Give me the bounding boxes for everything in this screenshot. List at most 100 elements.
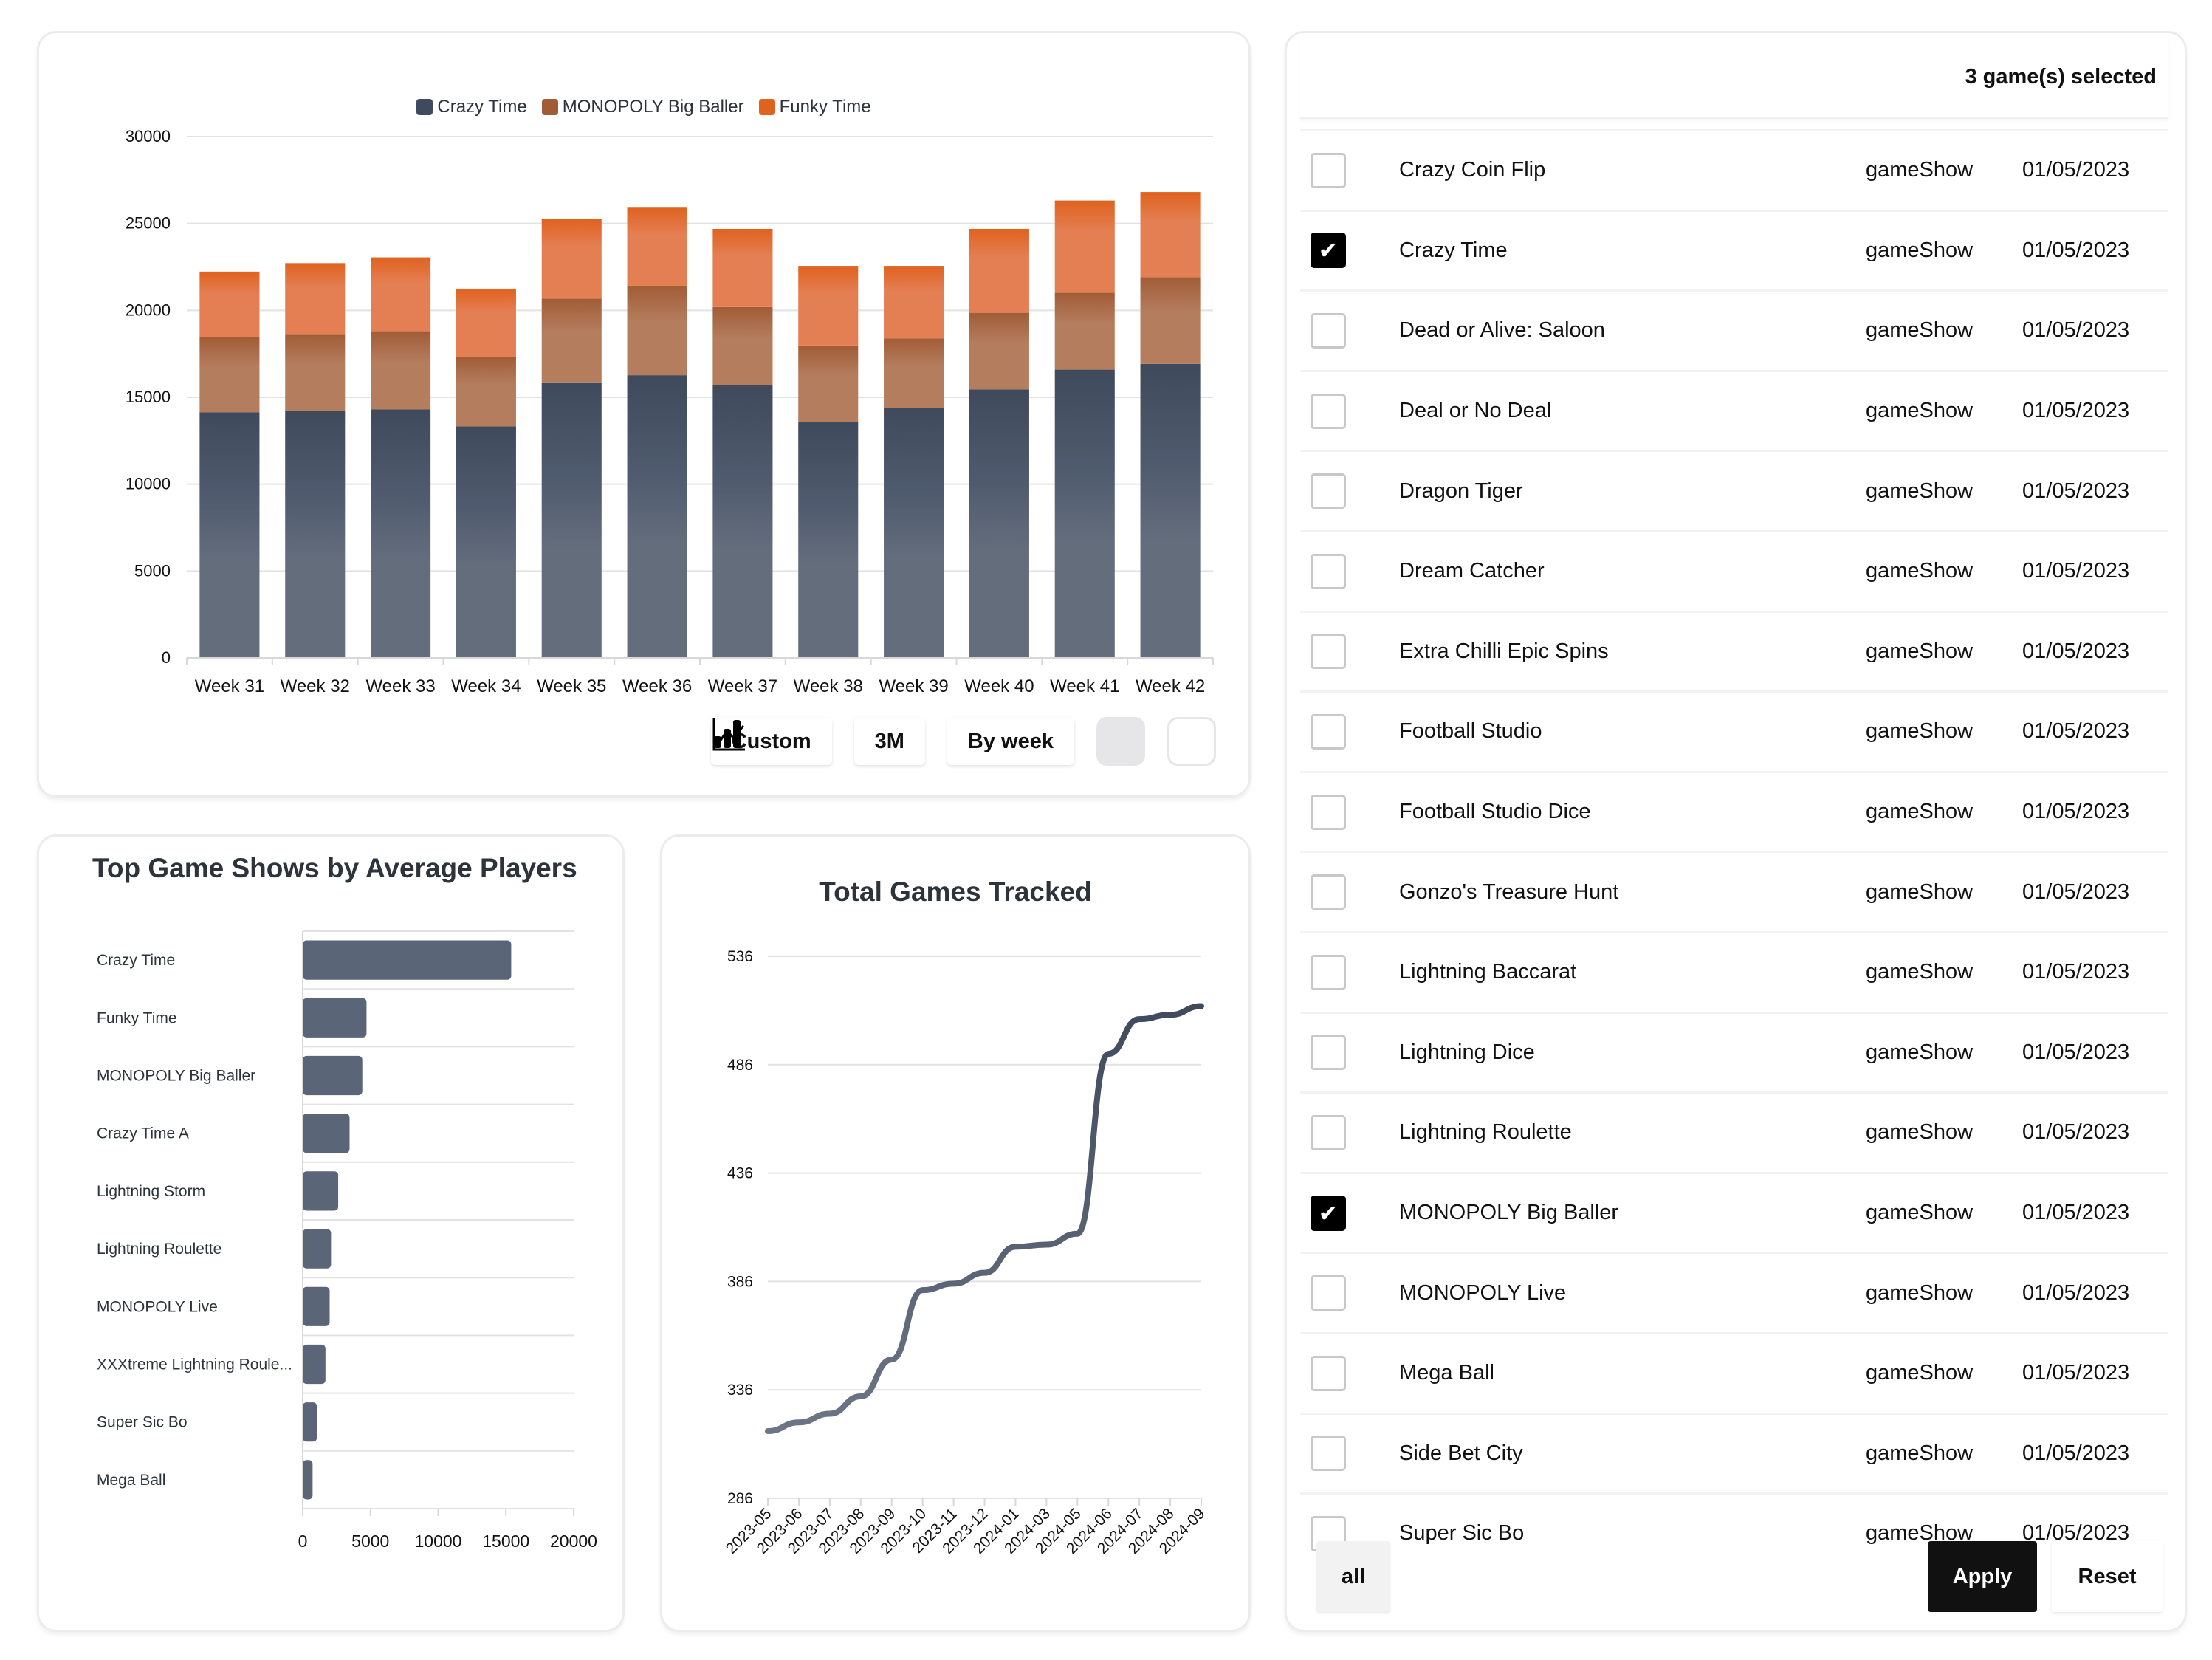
game-row[interactable]: Lightning Baccarat gameShow 01/05/2023 — [1300, 930, 2168, 1012]
y-tick-label: 15000 — [126, 388, 171, 406]
game-type: gameShow — [1866, 800, 1974, 824]
game-date: 01/05/2023 — [2022, 1120, 2130, 1145]
apply-button[interactable]: Apply — [1928, 1541, 2037, 1612]
x-tick-label: 15000 — [482, 1532, 529, 1551]
game-row[interactable]: Side Bet City gameShow 01/05/2023 — [1300, 1412, 2168, 1493]
game-date: 01/05/2023 — [2022, 1201, 2130, 1225]
bar-segment-funky-time — [456, 288, 516, 357]
x-tick-label: Week 35 — [537, 676, 606, 696]
x-tick-label: Week 33 — [365, 676, 435, 696]
bar — [303, 1114, 350, 1153]
game-type: gameShow — [1866, 318, 1974, 343]
bar — [303, 1460, 313, 1500]
bar-segment-monopoly-big-baller — [456, 357, 516, 427]
game-name: Deal or No Deal — [1399, 399, 1552, 423]
line-chart: 2863363864364865362023-052023-062023-072… — [723, 948, 1209, 1557]
game-type: gameShow — [1866, 719, 1974, 744]
y-tick-label: 20000 — [126, 301, 171, 319]
game-row[interactable]: Football Studio Dice gameShow 01/05/2023 — [1300, 770, 2168, 851]
y-tick-label: 0 — [162, 648, 171, 667]
game-checkbox[interactable] — [1311, 794, 1346, 830]
game-row[interactable]: Deal or No Deal gameShow 01/05/2023 — [1300, 369, 2168, 450]
game-row[interactable]: Mega Ball gameShow 01/05/2023 — [1300, 1331, 2168, 1413]
category-label: Lightning Roulette — [97, 1241, 221, 1258]
x-tick-label: Week 41 — [1050, 676, 1119, 696]
game-row[interactable]: Crazy Coin Flip gameShow 01/05/2023 — [1300, 129, 2168, 210]
game-checkbox[interactable] — [1311, 1195, 1346, 1231]
game-checkbox[interactable] — [1311, 1114, 1346, 1150]
game-date: 01/05/2023 — [2022, 1441, 2130, 1465]
bar — [303, 1171, 339, 1211]
chart-controls: Custom 3M By week — [710, 717, 1216, 766]
game-checkbox[interactable] — [1311, 634, 1346, 670]
weekly-players-card: Crazy Time MONOPOLY Big Baller Funky Tim… — [37, 31, 1251, 798]
period-3m-button[interactable]: 3M — [853, 718, 925, 765]
game-checkbox[interactable] — [1311, 393, 1346, 429]
select-all-button[interactable]: all — [1316, 1541, 1390, 1612]
game-list[interactable]: Crazy Coin FlipgameShow01/05/2023Crazy T… — [1300, 129, 2168, 1573]
by-week-button[interactable]: By week — [947, 718, 1074, 765]
game-name: MONOPOLY Big Baller — [1399, 1201, 1619, 1225]
bar-segment-funky-time — [969, 228, 1029, 313]
game-checkbox[interactable] — [1311, 713, 1346, 750]
game-checkbox[interactable] — [1311, 874, 1346, 910]
game-checkbox[interactable] — [1311, 1275, 1346, 1311]
selected-count: 3 game(s) selected — [1965, 65, 2157, 89]
game-date: 01/05/2023 — [2022, 559, 2130, 583]
bar-segment-monopoly-big-baller — [884, 338, 944, 408]
game-type: gameShow — [1866, 960, 1974, 984]
game-selector-card: 3 game(s) selected Crazy Coin Flip gameSh… — [1285, 31, 2187, 1632]
game-name: Side Bet City — [1399, 1441, 1523, 1465]
game-row[interactable]: Crazy Time gameShow 01/05/2023 — [1300, 209, 2168, 290]
game-checkbox[interactable] — [1311, 1035, 1346, 1071]
game-row[interactable]: MONOPOLY Big Baller gameShow 01/05/2023 — [1300, 1171, 2168, 1252]
bar-segment-crazy-time — [199, 412, 260, 658]
category-label: Mega Ball — [97, 1472, 165, 1489]
game-name: Dream Catcher — [1399, 559, 1545, 583]
bar-segment-monopoly-big-baller — [371, 331, 431, 410]
reset-button[interactable]: Reset — [2052, 1541, 2163, 1612]
game-row[interactable]: Gonzo's Treasure Hunt gameShow 01/05/2023 — [1300, 851, 2168, 931]
game-type: gameShow — [1866, 1040, 1974, 1064]
game-checkbox[interactable] — [1311, 312, 1346, 349]
bar-segment-monopoly-big-baller — [199, 337, 260, 413]
top-game-shows-card: Top Game Shows by Average Players Crazy … — [37, 834, 625, 1632]
game-date: 01/05/2023 — [2022, 960, 2130, 984]
x-tick-label: 20000 — [550, 1532, 597, 1551]
bar-segment-crazy-time — [627, 375, 687, 658]
bar-view-button[interactable] — [713, 717, 1145, 766]
list-header: 3 game(s) selected — [1300, 38, 2168, 119]
series-line — [765, 1003, 1204, 1434]
game-row[interactable]: MONOPOLY Live gameShow 01/05/2023 — [1300, 1252, 2168, 1332]
game-row[interactable]: Lightning Roulette gameShow 01/05/2023 — [1300, 1091, 2168, 1172]
game-row[interactable]: Dead or Alive: Saloon gameShow 01/05/2023 — [1300, 289, 2168, 370]
y-tick-label: 5000 — [134, 561, 171, 580]
game-name: Lightning Baccarat — [1399, 960, 1577, 984]
game-checkbox[interactable] — [1311, 1355, 1346, 1391]
game-type: gameShow — [1866, 158, 1974, 182]
x-tick-label: Week 34 — [451, 676, 521, 696]
bar-segment-funky-time — [199, 271, 260, 337]
game-row[interactable]: Dragon Tiger gameShow 01/05/2023 — [1300, 450, 2168, 530]
bar-segment-crazy-time — [1140, 363, 1201, 658]
y-tick-label: 30000 — [126, 127, 171, 145]
game-checkbox[interactable] — [1311, 553, 1346, 589]
game-date: 01/05/2023 — [2022, 1280, 2130, 1305]
y-tick-label: 486 — [727, 1057, 753, 1074]
game-row[interactable]: Football Studio gameShow 01/05/2023 — [1300, 690, 2168, 771]
game-checkbox[interactable] — [1311, 1436, 1346, 1472]
game-checkbox[interactable] — [1311, 954, 1346, 990]
bar-segment-monopoly-big-baller — [1054, 292, 1115, 370]
game-row[interactable]: Lightning Dice gameShow 01/05/2023 — [1300, 1011, 2168, 1092]
game-name: Football Studio — [1399, 719, 1542, 744]
game-row[interactable]: Dream Catcher gameShow 01/05/2023 — [1300, 529, 2168, 611]
x-tick-label: Week 36 — [622, 676, 692, 696]
game-checkbox[interactable] — [1311, 152, 1346, 188]
game-row[interactable]: Extra Chilli Epic Spins gameShow 01/05/202… — [1300, 610, 2168, 691]
bar-segment-funky-time — [798, 266, 859, 346]
line-view-button[interactable] — [712, 717, 1216, 766]
game-checkbox[interactable] — [1311, 473, 1346, 510]
game-checkbox[interactable] — [1311, 233, 1346, 269]
category-label: Crazy Time — [97, 952, 175, 969]
y-tick-label: 386 — [727, 1273, 753, 1290]
